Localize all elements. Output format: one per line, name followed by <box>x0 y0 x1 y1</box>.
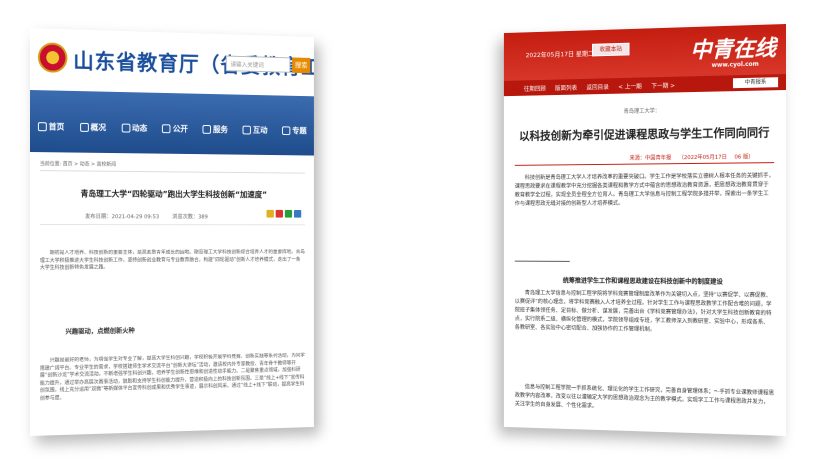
article-kicker: 青岛理工大学： <box>504 104 786 117</box>
article-source: 来源：中国青年报 （2022年05月17日 06 版） <box>629 152 759 161</box>
overview-icon <box>80 122 89 131</box>
article-paragraph-1: 科技创新是青岛理工大学人才培养改革的重要突破口。学生工作是学校落实立德树人根本任… <box>515 172 774 254</box>
service-icon <box>203 124 211 133</box>
share-more-icon[interactable] <box>294 210 301 218</box>
nav-prev-issue[interactable]: < 上一期 <box>618 81 642 90</box>
divider <box>515 162 774 166</box>
divider <box>40 224 305 225</box>
nav-next-issue[interactable]: 下一期 > <box>651 80 675 89</box>
nav-back-to-contents[interactable]: 返回目录 <box>586 82 608 91</box>
site-banner: 山东省教育厅（省委教育工委） 请输入关键词 搜索 <box>30 28 314 96</box>
edition-select[interactable]: 中青报系 <box>733 77 778 88</box>
nav-past-issues[interactable]: 往期回顾 <box>524 83 546 92</box>
nav-item-news[interactable]: 动态 <box>121 122 147 133</box>
newspaper-logo: 中青在线 <box>690 30 776 64</box>
share-weibo-icon[interactable] <box>276 210 283 218</box>
nav-item-overview[interactable]: 概况 <box>80 121 106 132</box>
news-icon <box>121 123 130 132</box>
search-button[interactable]: 搜索 <box>292 57 310 73</box>
article-subheading: 统筹推进学生工作和课程思政建设在科技创新中的制度建设 <box>504 274 786 286</box>
article-body: 兴趣是最好的老师，为增强学生对专业了解，提高大学生科创兴趣，学校积极开展学科竞赛… <box>40 353 305 434</box>
nav-item-home[interactable]: 首页 <box>38 121 65 132</box>
favorite-button[interactable]: 收藏本站 <box>592 43 629 57</box>
share-qzone-icon[interactable] <box>267 210 274 218</box>
nav-item-open[interactable]: 公开 <box>162 123 188 134</box>
national-emblem-icon <box>38 42 67 73</box>
topic-icon <box>282 126 290 135</box>
publish-date: 发布日期：2021-04-29 09:53 <box>85 214 159 220</box>
home-icon <box>38 122 47 131</box>
breadcrumb[interactable]: 当前位置: 首页 > 动态 > 高校新闻 <box>40 160 116 168</box>
open-icon <box>162 124 171 133</box>
search-input[interactable]: 请输入关键词 <box>226 56 290 73</box>
share-wechat-icon[interactable] <box>285 210 292 218</box>
shandong-education-page: 山东省教育厅（省委教育工委） 请输入关键词 搜索 首页 概况 动态 公开 服务 … <box>30 28 314 436</box>
nav-item-interaction[interactable]: 互动 <box>243 124 268 135</box>
masthead: 2022年05月17日 星期二 收藏本站 中青在线 www.cyol.com <box>504 24 786 81</box>
header-date: 2022年05月17日 星期二 <box>526 48 594 60</box>
divider <box>515 261 570 262</box>
china-youth-daily-page: 2022年05月17日 星期二 收藏本站 中青在线 www.cyol.com 往… <box>504 24 786 436</box>
main-nav: 首页 概况 动态 公开 服务 互动 专题 <box>30 90 314 156</box>
interaction-icon <box>243 125 251 134</box>
article-paragraph-2: 青岛理工大学信息与控制工程学院将学科竞赛管理制度改革作为关键切入点，坚持“以赛促… <box>515 289 774 383</box>
nav-item-service[interactable]: 服务 <box>203 124 228 135</box>
nav-page-list[interactable]: 版面列表 <box>555 82 577 91</box>
article-meta: 发布日期：2021-04-29 09:53 浏览次数：389 <box>85 212 219 220</box>
article-title: 以科技创新为牵引促进课程思政与学生工作同向同行 <box>504 124 786 144</box>
site-url: www.cyol.com <box>712 61 759 69</box>
view-count: 浏览次数：389 <box>172 214 208 220</box>
article-intro: 期初是人才培养、科技创新的重要主体，是高素质青年成长的园地。期岛理工大学科技创新… <box>40 249 305 290</box>
article-title: 青岛理工大学“四轮驱动”跑出大学生科技创新“加速度” <box>30 188 314 200</box>
divider <box>40 170 305 174</box>
nav-item-topic[interactable]: 专题 <box>282 125 307 136</box>
article-paragraph-3: 信息与控制工程学院一手抓系统化、理论化的学生工作研究，完善自身管理体系；一手抓专… <box>515 383 774 433</box>
share-buttons <box>267 210 302 218</box>
article-subheading: 兴趣驱动，点燃创新火种 <box>65 324 134 335</box>
